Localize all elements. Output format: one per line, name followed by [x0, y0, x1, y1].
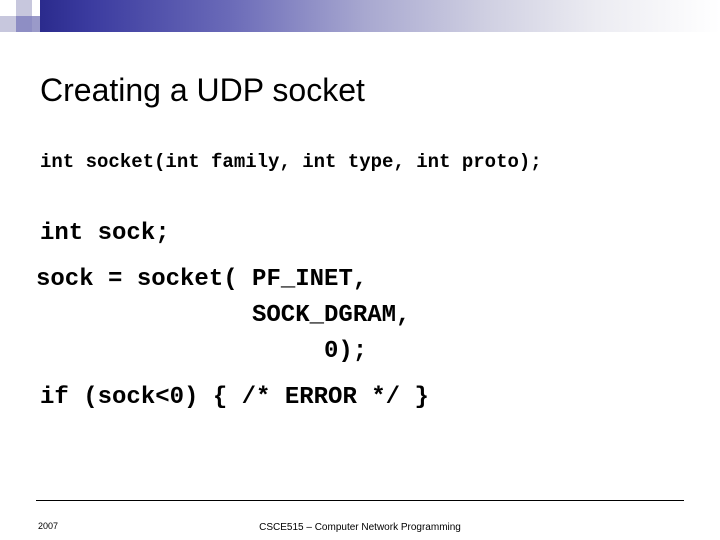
code-line-socket-arg-dgram: SOCK_DGRAM, — [252, 302, 411, 329]
code-line-socket-arg-zero: 0); — [324, 338, 368, 365]
gradient-bar — [38, 0, 720, 32]
slide-title: Creating a UDP socket — [40, 72, 365, 109]
band-square-1 — [0, 0, 16, 16]
band-square-6 — [32, 16, 40, 32]
footer-course-label: CSCE515 – Computer Network Programming — [259, 522, 461, 533]
band-square-2 — [16, 0, 32, 16]
code-line-prototype: int socket(int family, int type, int pro… — [40, 151, 542, 173]
band-square-5 — [32, 0, 40, 16]
code-line-error-check: if (sock<0) { /* ERROR */ } — [40, 384, 429, 411]
band-square-4 — [16, 16, 32, 32]
code-line-declaration: int sock; — [40, 220, 170, 247]
header-decoration-band — [0, 0, 720, 32]
band-square-3 — [0, 16, 16, 32]
code-line-socket-call: sock = socket( PF_INET, — [36, 266, 368, 293]
footer-divider — [36, 500, 684, 501]
code-block: int socket(int family, int type, int pro… — [36, 150, 686, 414]
